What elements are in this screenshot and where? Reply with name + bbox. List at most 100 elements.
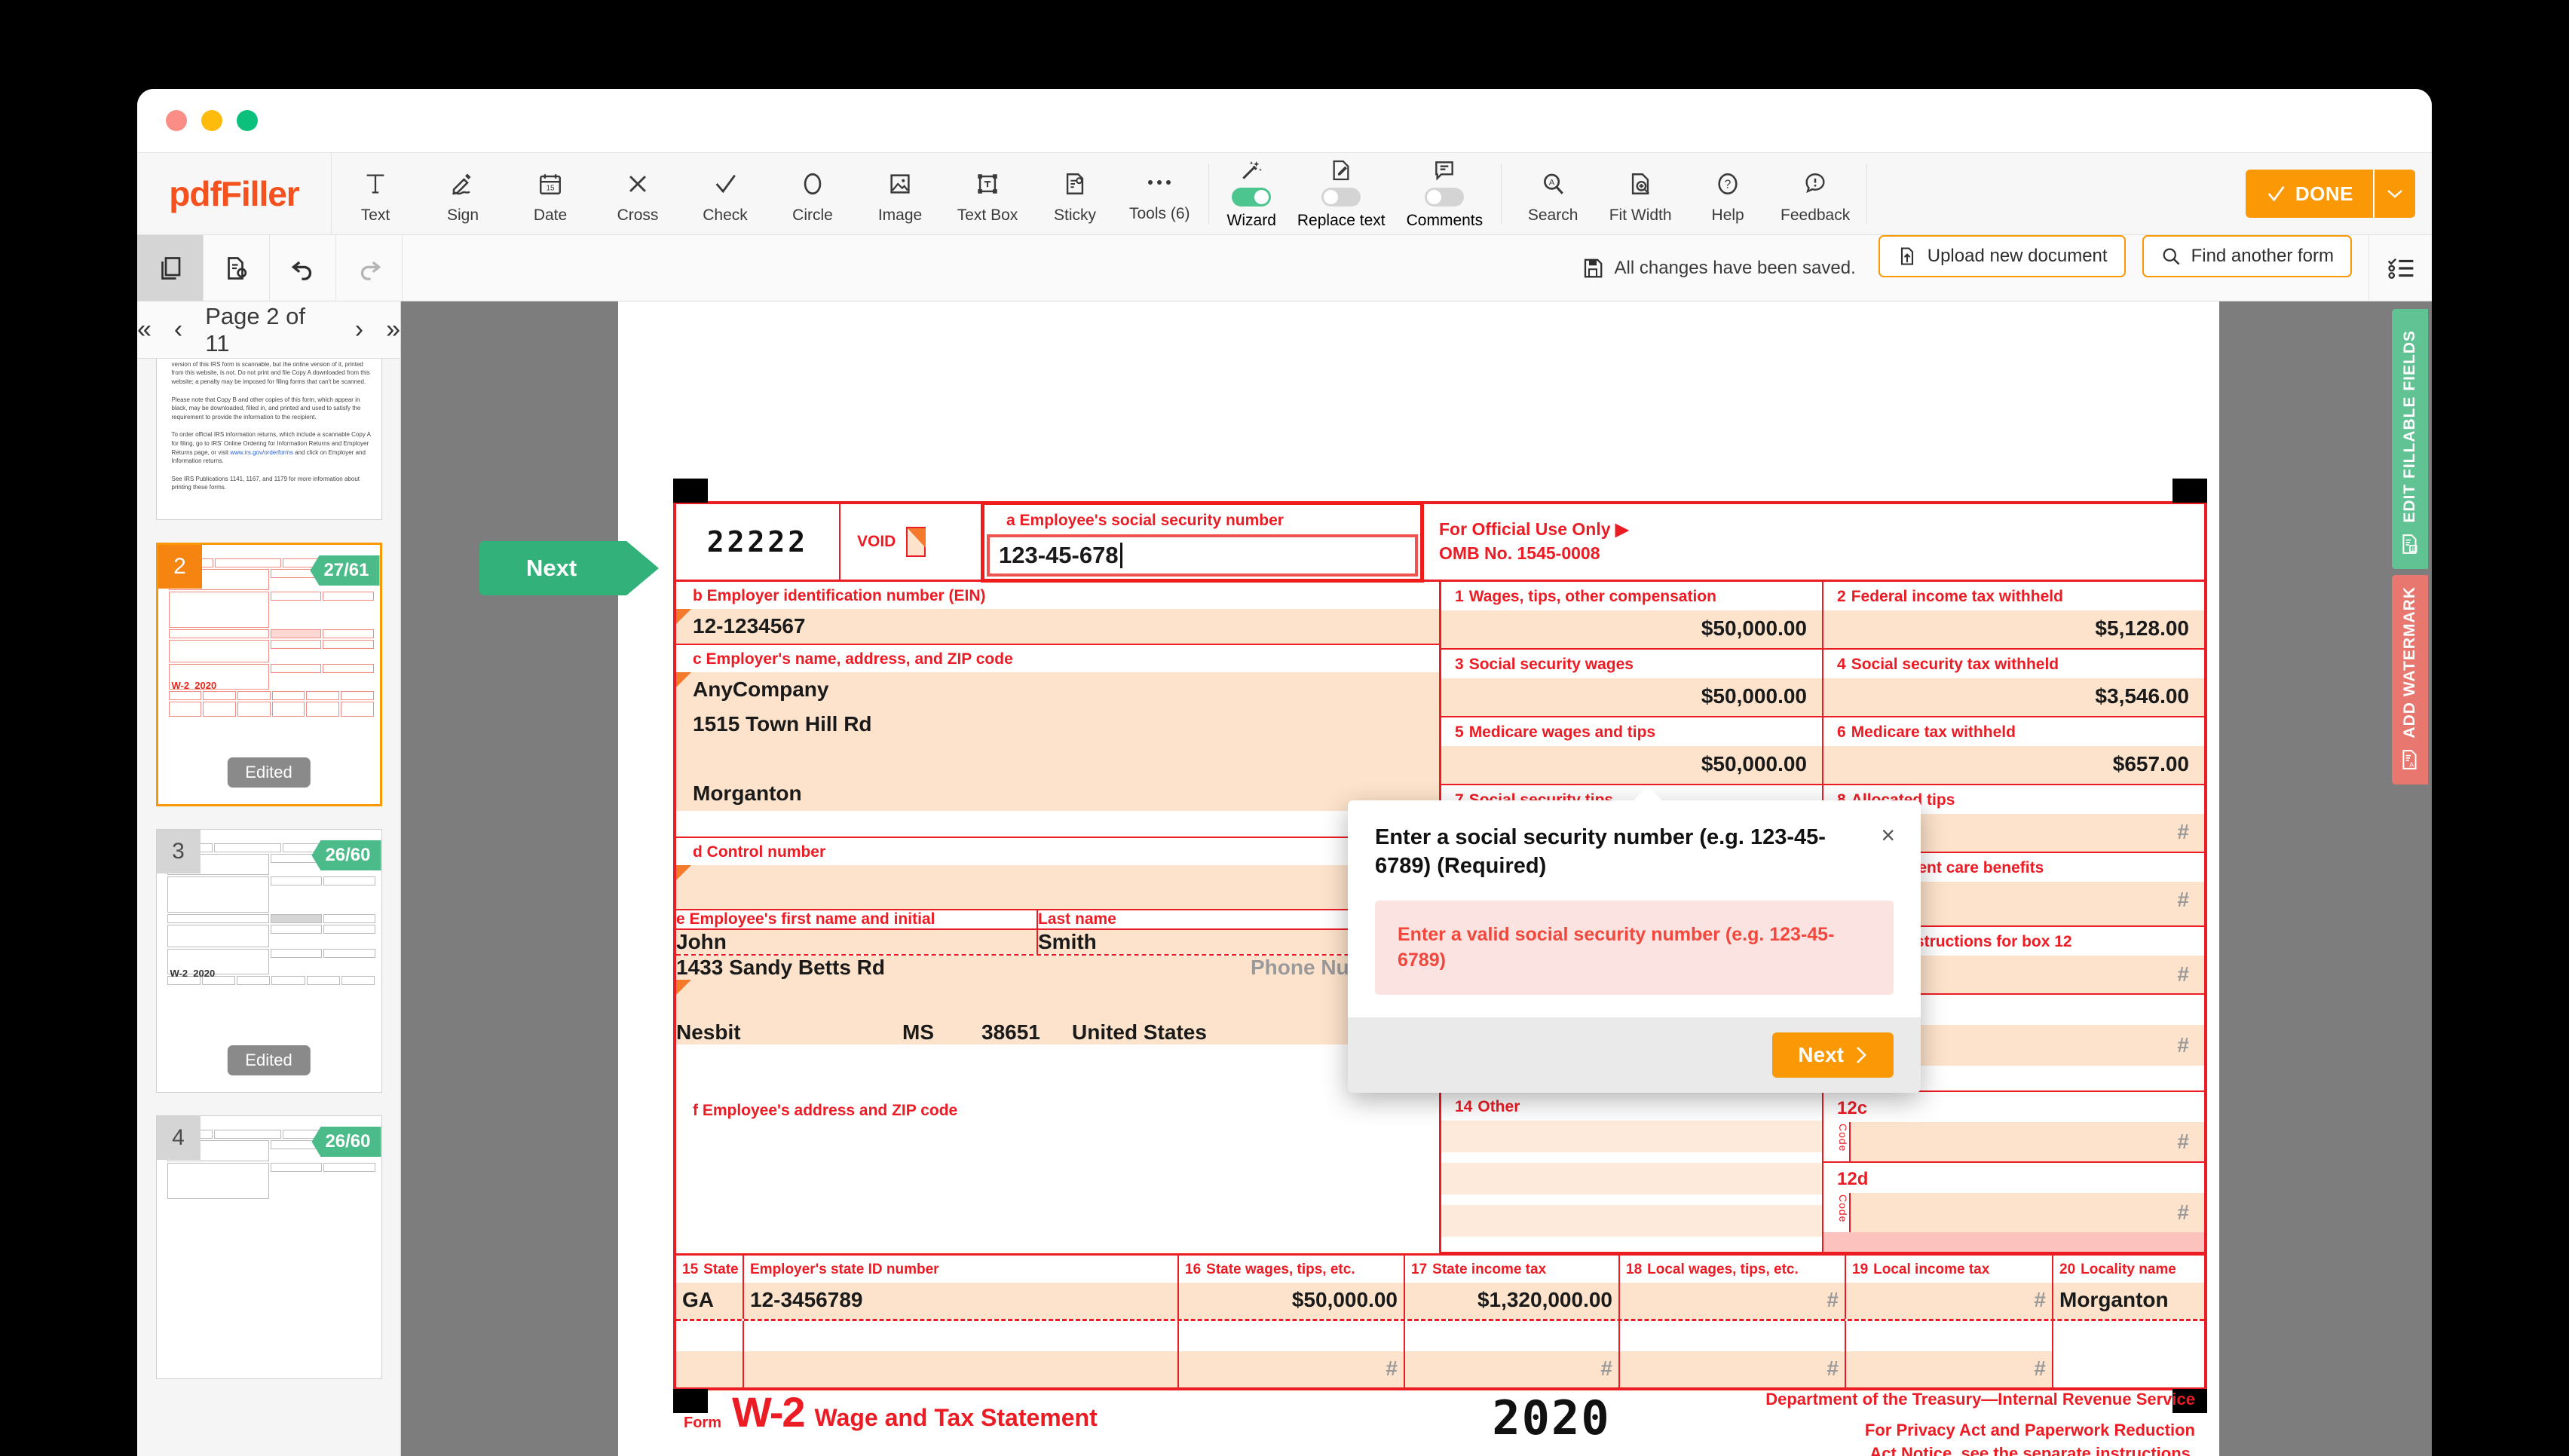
pages-panel-button[interactable] [137, 235, 204, 301]
redo-button[interactable] [336, 235, 403, 301]
employer-street-input[interactable]: 1515 Town Hill Rd [676, 707, 1439, 742]
ssn-value: 123-45-678 [999, 542, 1119, 568]
ein-input[interactable]: 12-1234567 [676, 609, 1439, 644]
ssn-input[interactable]: 123-45-678 [987, 534, 1418, 577]
employee-city-input[interactable]: Nesbit [676, 1020, 902, 1045]
svg-text:B: B [2412, 548, 2415, 552]
box14-line1[interactable] [1441, 1120, 1822, 1152]
close-icon[interactable]: × [1881, 823, 1895, 847]
tool-text[interactable]: Text [332, 153, 419, 234]
local-income-tax-value[interactable]: # [2034, 1288, 2046, 1312]
box-label: Medicare tax withheld [1851, 723, 2016, 741]
box-label: Social security tax withheld [1851, 656, 2059, 673]
box-b-field[interactable]: b Employer identification number (EIN) 1… [676, 582, 1439, 645]
toggle-replace-text[interactable]: Replace text [1287, 153, 1396, 234]
thumbnail-page-3[interactable]: 3 26/60 W-2 2020 Edited [155, 829, 382, 1093]
add-watermark-tab[interactable]: ADD WATERMARK A [2392, 575, 2428, 785]
comments-toggle-switch[interactable] [1425, 187, 1465, 206]
toolbar-divider [1866, 164, 1868, 224]
void-checkbox[interactable] [906, 527, 926, 557]
find-another-form-button[interactable]: Find another form [2142, 235, 2352, 277]
tool-sign[interactable]: Sign [419, 153, 507, 234]
popup-next-button[interactable]: Next [1772, 1032, 1894, 1078]
next-page-button[interactable]: › [355, 315, 363, 344]
tool-text-box[interactable]: Text Box [944, 153, 1031, 234]
privacy-line-2: Act Notice, see the separate instruction… [1869, 1444, 2195, 1456]
employee-zip-input[interactable]: 38651 [981, 1020, 1072, 1045]
thumbnail-page-1[interactable]: 1 I may file Forms W-2 and W-3 electroni… [155, 359, 382, 520]
box-14[interactable]: 14 Other [1441, 1091, 1823, 1252]
fields-list-button[interactable] [2368, 235, 2432, 301]
employer-state-id-value[interactable]: 12-3456789 [750, 1288, 862, 1312]
tool-image[interactable]: Image [856, 153, 944, 234]
employee-first-name-input[interactable]: John [676, 930, 946, 954]
done-dropdown-button[interactable] [2373, 170, 2415, 218]
box-3[interactable]: 3 Social security wages $50,000.00 [1441, 650, 1823, 716]
box-4[interactable]: 4 Social security tax withheld $3,546.00 [1823, 650, 2204, 716]
employee-street-input[interactable]: 1433 Sandy Betts Rd [676, 956, 1251, 980]
tool-check[interactable]: Check [681, 153, 769, 234]
app-logo[interactable]: pdfFiller [137, 153, 332, 234]
tool-search[interactable]: A Search [1509, 153, 1597, 234]
box-1[interactable]: 1 Wages, tips, other compensation $50,000… [1441, 582, 1823, 648]
window-close-button[interactable] [166, 110, 187, 131]
employer-city-input[interactable]: Morganton [676, 776, 1439, 811]
ssn-field-group[interactable]: a Employee's social security number 123-… [981, 501, 1424, 583]
state-income-tax-value[interactable]: $1,320,000.00 [1477, 1288, 1612, 1312]
box14-line2[interactable] [1441, 1162, 1822, 1194]
edit-fillable-fields-tab[interactable]: EDIT FILLABLE FIELDS B [2392, 309, 2428, 569]
thumbnail-page-4[interactable]: 4 26/60 [155, 1115, 382, 1379]
w2-left-column: b Employer identification number (EIN) 1… [676, 582, 1441, 1253]
undo-button[interactable] [270, 235, 336, 301]
prev-page-button[interactable]: ‹ [174, 315, 182, 344]
box-d-field[interactable]: d Control number [676, 838, 1439, 910]
toggle-wizard[interactable]: Wizard [1217, 153, 1287, 234]
thumbnail-number: 2 [158, 545, 202, 589]
thumbnail-page-2[interactable]: 2 27/61 W-2 2020 Edited [155, 543, 382, 806]
employee-last-name-input[interactable]: Smith [1038, 930, 1377, 954]
box-2[interactable]: 2 Federal income tax withheld $5,128.00 [1823, 582, 2204, 648]
document-settings-button[interactable] [204, 235, 270, 301]
first-page-button[interactable]: « [137, 315, 152, 344]
window-maximize-button[interactable] [237, 110, 258, 131]
control-number-input[interactable] [676, 865, 1439, 909]
local-wages-value[interactable]: # [1826, 1288, 1839, 1312]
last-page-button[interactable]: » [386, 315, 400, 344]
tool-sticky[interactable]: Sticky [1031, 153, 1119, 234]
tool-more[interactable]: Tools (6) [1119, 153, 1201, 234]
box-value: # [2177, 962, 2189, 986]
box-12d[interactable]: 12d Code # [1823, 1163, 2204, 1232]
employee-initial-input[interactable] [946, 930, 1036, 954]
locality-name-value[interactable]: Morganton [2059, 1288, 2169, 1312]
box-12c[interactable]: 12c Code # [1823, 1092, 2204, 1163]
done-button[interactable]: DONE [2245, 170, 2373, 218]
box-6[interactable]: 6 Medicare tax withheld $657.00 [1823, 717, 2204, 784]
employee-state-input[interactable]: MS [902, 1020, 981, 1045]
document-canvas[interactable]: Next 22222 VOID a Employee's social secu… [401, 301, 2432, 1456]
box-5[interactable]: 5 Medicare wages and tips $50,000.00 [1441, 717, 1823, 784]
toolbar-divider [1501, 164, 1502, 224]
state-value[interactable]: GA [682, 1288, 714, 1312]
employer-line3-input[interactable] [676, 742, 1439, 776]
thumbnail-list[interactable]: 1 I may file Forms W-2 and W-3 electroni… [137, 359, 400, 1456]
upload-new-document-button[interactable]: Upload new document [1878, 235, 2126, 277]
tool-feedback[interactable]: Feedback [1771, 153, 1859, 234]
employer-name-input[interactable]: AnyCompany [676, 672, 1439, 707]
box14-line3[interactable] [1441, 1204, 1822, 1237]
state-wages-value[interactable]: $50,000.00 [1292, 1288, 1398, 1312]
check-icon [2267, 185, 2285, 202]
wizard-toggle-switch[interactable] [1232, 187, 1272, 206]
tool-circle[interactable]: Circle [769, 153, 856, 234]
toggle-comments[interactable]: Comments [1396, 153, 1494, 234]
window-minimize-button[interactable] [201, 110, 222, 131]
tool-label: Fit Width [1609, 206, 1672, 224]
replace-text-toggle-switch[interactable] [1321, 187, 1361, 206]
tool-date[interactable]: 15 Date [507, 153, 594, 234]
employee-address-line2-input[interactable] [676, 980, 1439, 1020]
tool-help[interactable]: ? Help [1684, 153, 1771, 234]
employer-street-value: 1515 Town Hill Rd [693, 712, 872, 736]
tool-fit-width[interactable]: Fit Width [1597, 153, 1684, 234]
next-field-tab[interactable]: Next [479, 541, 659, 595]
box-c-field[interactable]: c Employer's name, address, and ZIP code… [676, 645, 1439, 838]
tool-cross[interactable]: Cross [594, 153, 681, 234]
